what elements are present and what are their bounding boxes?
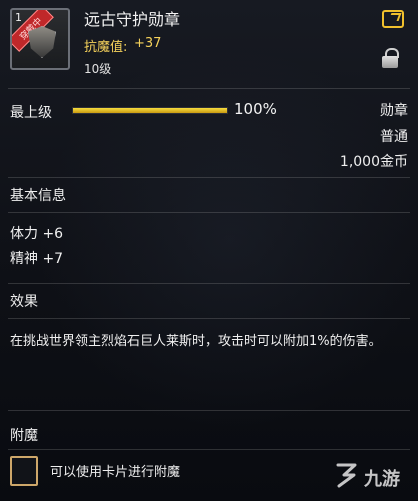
item-tooltip-panel: 1 穿戴中 远古守护勋章 抗魔值: +37 10级 最上级 100% 勋章 普通…	[0, 0, 418, 501]
item-price: 1,000金币	[339, 154, 408, 170]
item-grade: 普通	[380, 129, 408, 145]
lock-icon[interactable]	[382, 48, 400, 68]
item-name: 远古守护勋章	[84, 10, 181, 29]
watermark: 九游	[333, 460, 415, 496]
share-icon[interactable]	[382, 10, 404, 28]
jiuyou-logo-icon	[333, 460, 361, 490]
item-type: 勋章	[380, 103, 408, 119]
header-divider	[8, 88, 410, 89]
max-level-label: 最上级	[10, 105, 52, 121]
stat-stamina: 体力 +6	[10, 226, 64, 242]
card-slot-icon[interactable]	[10, 456, 38, 486]
enchant-divider	[8, 449, 410, 450]
basic-info-title: 基本信息	[10, 188, 66, 204]
upgrade-progress-text: 100%	[234, 100, 277, 118]
stats-divider	[8, 283, 410, 284]
effect-description: 在挑战世界领主烈焰石巨人莱斯时，攻击时可以附加1%的伤害。	[10, 334, 382, 349]
resist-value: +37	[134, 36, 162, 51]
item-header: 1 穿戴中 远古守护勋章 抗魔值: +37 10级	[0, 0, 418, 88]
stack-count: 1	[15, 11, 22, 24]
item-level: 10级	[84, 62, 112, 76]
effect-end-divider	[8, 410, 410, 411]
meta-divider	[8, 177, 410, 178]
lock-body	[382, 56, 398, 68]
watermark-text: 九游	[364, 469, 400, 490]
medal-shield-graphic	[28, 26, 56, 58]
effect-divider	[8, 318, 410, 319]
medal-shield-icon: 1 穿戴中	[10, 8, 70, 70]
enchant-hint: 可以使用卡片进行附魔	[50, 465, 181, 480]
upgrade-progress-bar	[72, 107, 228, 114]
effect-title: 效果	[10, 294, 38, 310]
stat-spirit: 精神 +7	[10, 251, 64, 267]
resist-label: 抗魔值:	[84, 40, 128, 55]
basic-info-divider	[8, 212, 410, 213]
upgrade-progress-fill	[73, 108, 227, 113]
enchant-title: 附魔	[10, 428, 38, 444]
